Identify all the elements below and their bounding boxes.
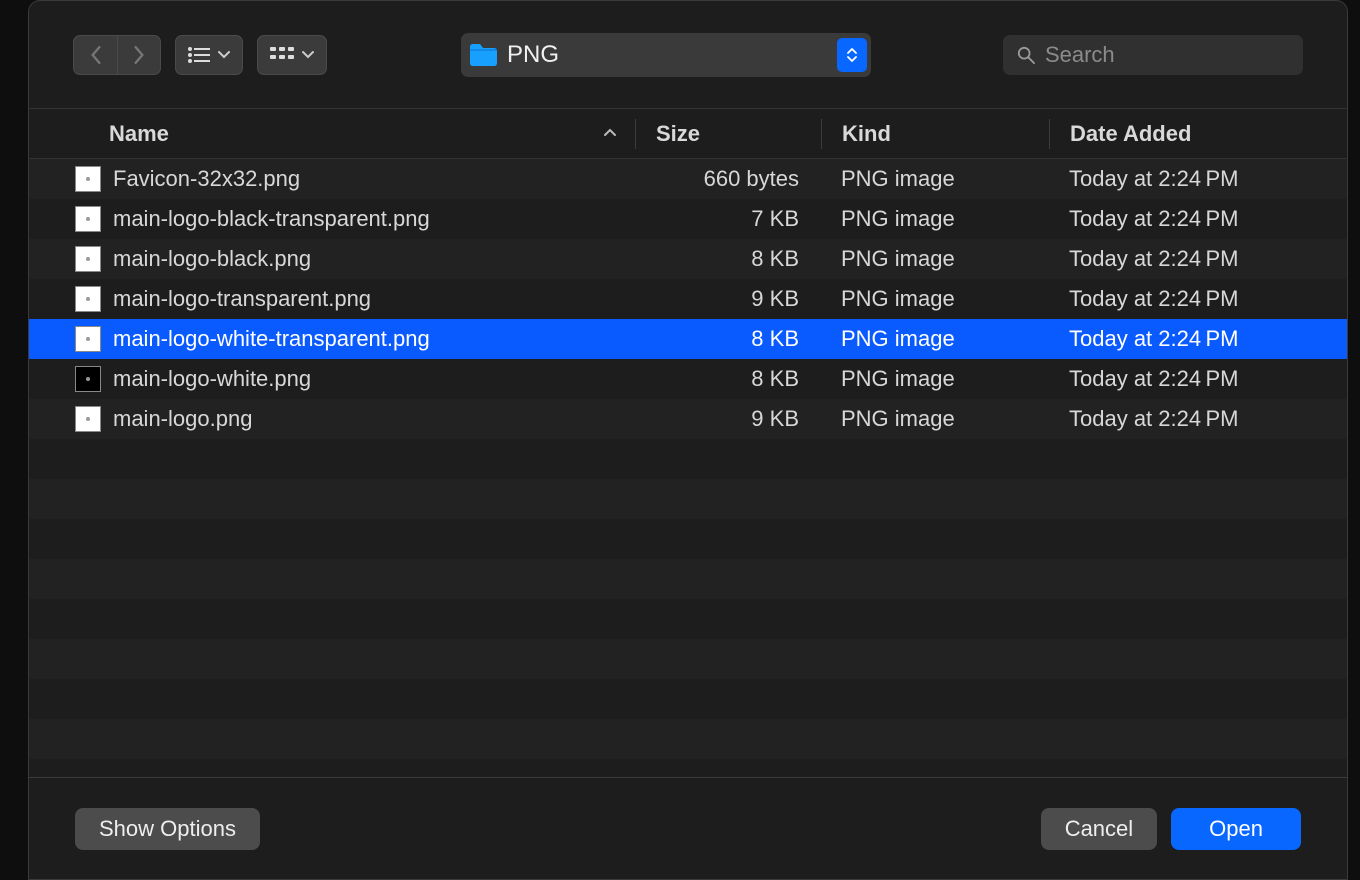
toolbar: PNG [29, 1, 1347, 109]
file-name-label: main-logo.png [113, 406, 252, 432]
file-thumbnail-icon [75, 286, 101, 312]
col-size-label: Size [656, 121, 700, 147]
file-kind-cell: PNG image [821, 246, 1049, 272]
file-kind-cell: PNG image [821, 166, 1049, 192]
file-thumbnail-icon [75, 326, 101, 352]
folder-select[interactable]: PNG [461, 33, 871, 77]
file-thumbnail-icon [75, 166, 101, 192]
empty-row [29, 519, 1347, 559]
chevron-down-icon [302, 49, 314, 61]
search-box[interactable] [1003, 35, 1303, 75]
file-name-label: main-logo-black-transparent.png [113, 206, 430, 232]
folder-icon [469, 43, 497, 67]
folder-title: PNG [507, 41, 559, 69]
file-date-cell: Today at 2:24 PM [1049, 366, 1301, 392]
list-view-icon [188, 47, 210, 63]
file-kind-cell: PNG image [821, 366, 1049, 392]
empty-row [29, 439, 1347, 479]
column-headers: Name Size Kind Date Added [29, 109, 1347, 159]
open-button[interactable]: Open [1171, 808, 1301, 850]
file-size-cell: 9 KB [635, 406, 821, 432]
file-name-cell: main-logo-transparent.png [75, 286, 635, 312]
file-date-cell: Today at 2:24 PM [1049, 206, 1301, 232]
file-row[interactable]: main-logo-black-transparent.png 7 KBPNG i… [29, 199, 1347, 239]
file-date-cell: Today at 2:24 PM [1049, 286, 1301, 312]
file-thumbnail-icon [75, 206, 101, 232]
history-nav [73, 35, 161, 75]
file-size-cell: 8 KB [635, 326, 821, 352]
file-name-cell: Favicon-32x32.png [75, 166, 635, 192]
file-date-cell: Today at 2:24 PM [1049, 406, 1301, 432]
file-size-cell: 8 KB [635, 246, 821, 272]
file-date-cell: Today at 2:24 PM [1049, 166, 1301, 192]
file-thumbnail-icon [75, 366, 101, 392]
col-header-size[interactable]: Size [635, 119, 821, 149]
file-thumbnail-icon [75, 406, 101, 432]
file-kind-cell: PNG image [821, 206, 1049, 232]
back-button[interactable] [73, 35, 117, 75]
chevron-up-icon [847, 48, 857, 54]
file-name-cell: main-logo-black.png [75, 246, 635, 272]
file-name-cell: main-logo-white-transparent.png [75, 326, 635, 352]
file-row[interactable]: main-logo-transparent.png 9 KBPNG imageTo… [29, 279, 1347, 319]
col-date-label: Date Added [1070, 121, 1191, 147]
file-name-cell: main-logo.png [75, 406, 635, 432]
chevron-left-icon [89, 46, 103, 64]
file-name-label: main-logo-white.png [113, 366, 311, 392]
file-row[interactable]: Favicon-32x32.png 660 bytesPNG imageToday… [29, 159, 1347, 199]
file-name-label: Favicon-32x32.png [113, 166, 300, 192]
file-row[interactable]: main-logo-white-transparent.png 8 KBPNG i… [29, 319, 1347, 359]
empty-row [29, 559, 1347, 599]
search-input[interactable] [1045, 42, 1289, 68]
folder-stepper[interactable] [837, 38, 867, 72]
file-row[interactable]: main-logo-black.png 8 KBPNG imageToday at… [29, 239, 1347, 279]
chevron-right-icon [132, 46, 146, 64]
file-size-cell: 7 KB [635, 206, 821, 232]
file-date-cell: Today at 2:24 PM [1049, 246, 1301, 272]
col-name-label: Name [109, 121, 169, 147]
col-header-name[interactable]: Name [75, 121, 635, 147]
file-list[interactable]: Favicon-32x32.png660 bytesPNG imageToday… [29, 159, 1347, 777]
sort-asc-icon [603, 125, 617, 143]
file-size-cell: 660 bytes [635, 166, 821, 192]
empty-row [29, 719, 1347, 759]
file-kind-cell: PNG image [821, 326, 1049, 352]
search-icon [1017, 45, 1035, 65]
empty-row [29, 639, 1347, 679]
cancel-button[interactable]: Cancel [1041, 808, 1157, 850]
forward-button[interactable] [117, 35, 161, 75]
col-header-date[interactable]: Date Added [1049, 119, 1301, 149]
file-thumbnail-icon [75, 246, 101, 272]
view-list-button[interactable] [175, 35, 243, 75]
file-size-cell: 8 KB [635, 366, 821, 392]
footer: Show Options Cancel Open [29, 777, 1347, 879]
file-row[interactable]: main-logo-white.png 8 KBPNG imageToday at… [29, 359, 1347, 399]
empty-row [29, 759, 1347, 777]
file-kind-cell: PNG image [821, 406, 1049, 432]
file-name-label: main-logo-transparent.png [113, 286, 371, 312]
file-size-cell: 9 KB [635, 286, 821, 312]
file-name-cell: main-logo-white.png [75, 366, 635, 392]
file-name-cell: main-logo-black-transparent.png [75, 206, 635, 232]
group-by-button[interactable] [257, 35, 327, 75]
file-open-dialog: PNG Name Size Kind Date Added Favicon-32… [28, 0, 1348, 880]
file-kind-cell: PNG image [821, 286, 1049, 312]
empty-row [29, 479, 1347, 519]
empty-row [29, 599, 1347, 639]
chevron-down-icon [218, 49, 230, 61]
file-name-label: main-logo-black.png [113, 246, 311, 272]
file-name-label: main-logo-white-transparent.png [113, 326, 430, 352]
empty-row [29, 679, 1347, 719]
show-options-button[interactable]: Show Options [75, 808, 260, 850]
col-header-kind[interactable]: Kind [821, 119, 1049, 149]
file-date-cell: Today at 2:24 PM [1049, 326, 1301, 352]
file-row[interactable]: main-logo.png 9 KBPNG imageToday at 2:24 … [29, 399, 1347, 439]
col-kind-label: Kind [842, 121, 891, 147]
chevron-down-icon [847, 56, 857, 62]
group-icon [270, 47, 294, 63]
